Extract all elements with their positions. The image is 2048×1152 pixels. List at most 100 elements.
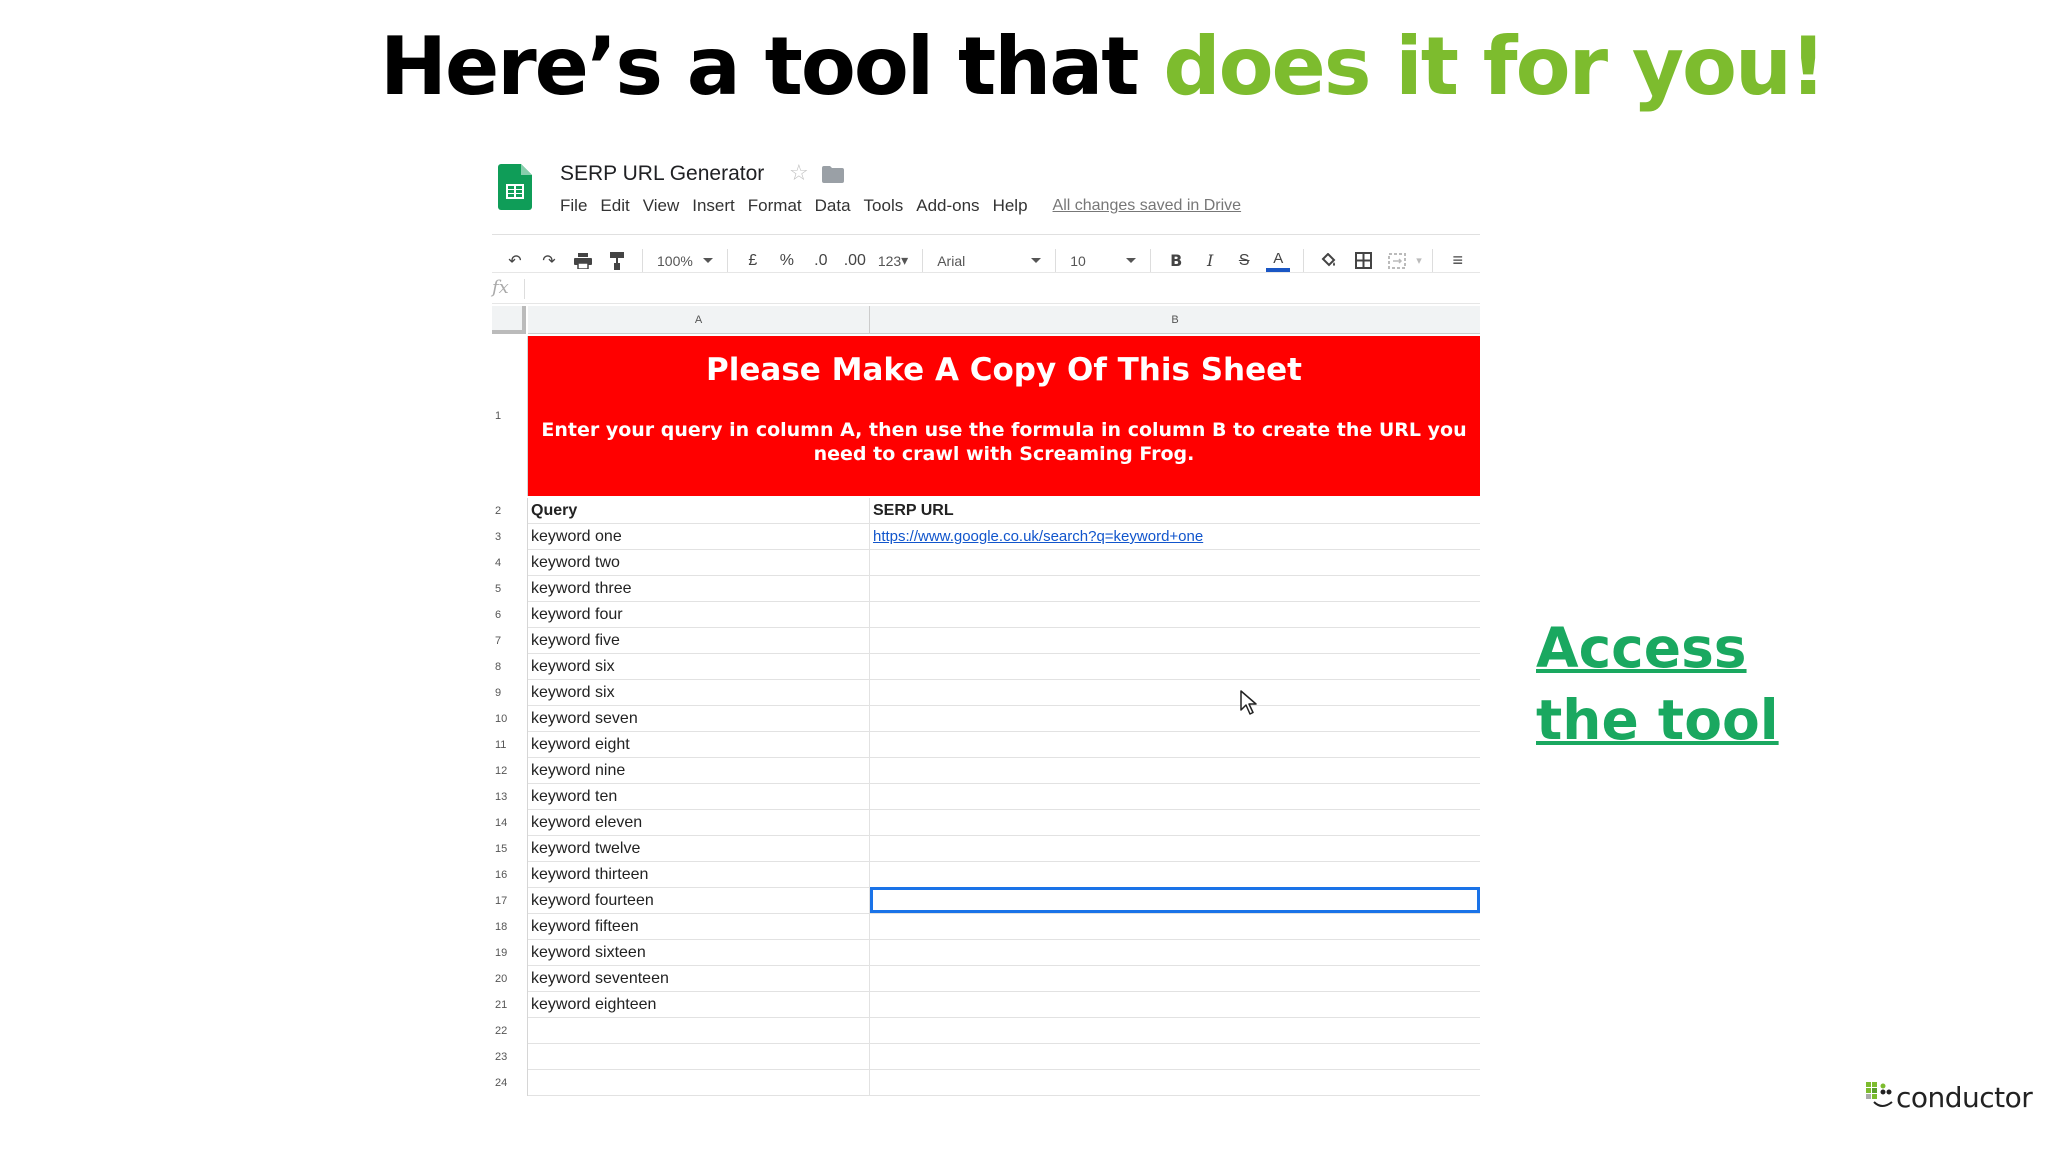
cell-serp-url[interactable] bbox=[870, 680, 1480, 706]
row-header-21[interactable]: 21 bbox=[492, 992, 528, 1018]
cell-serp-url[interactable] bbox=[870, 654, 1480, 680]
row-header-7[interactable]: 7 bbox=[492, 628, 528, 654]
row-header-20[interactable]: 20 bbox=[492, 966, 528, 992]
cell-serp-url[interactable]: https://www.google.co.uk/search?q=keywor… bbox=[870, 524, 1480, 550]
menu-insert[interactable]: Insert bbox=[692, 196, 735, 216]
more-formats-dropdown[interactable]: 123 ▾ bbox=[874, 246, 912, 276]
font-family-dropdown[interactable]: Arial bbox=[933, 246, 1045, 276]
menu-file[interactable]: File bbox=[560, 196, 587, 216]
access-the-tool-link[interactable]: Access the tool bbox=[1536, 612, 1779, 756]
cell-serp-url[interactable] bbox=[870, 602, 1480, 628]
strikethrough-icon[interactable]: S bbox=[1229, 246, 1259, 276]
cell-serp-url[interactable] bbox=[870, 784, 1480, 810]
horizontal-align-icon[interactable]: ≡ bbox=[1443, 246, 1473, 276]
cell-query[interactable]: keyword seven bbox=[528, 706, 870, 732]
folder-icon[interactable] bbox=[822, 166, 844, 183]
row-header-8[interactable]: 8 bbox=[492, 654, 528, 680]
cell-serp-url[interactable] bbox=[870, 550, 1480, 576]
cell-serp-url[interactable] bbox=[870, 1070, 1480, 1096]
saved-status-link[interactable]: All changes saved in Drive bbox=[1053, 197, 1242, 215]
percent-format-button[interactable]: % bbox=[772, 246, 802, 276]
cell-serp-url[interactable] bbox=[870, 576, 1480, 602]
star-icon[interactable]: ☆ bbox=[789, 160, 809, 186]
cell-serp-url[interactable] bbox=[870, 836, 1480, 862]
menu-help[interactable]: Help bbox=[993, 196, 1028, 216]
cell-query[interactable]: keyword eleven bbox=[528, 810, 870, 836]
cell-serp-url[interactable] bbox=[870, 758, 1480, 784]
cell-query[interactable]: keyword eighteen bbox=[528, 992, 870, 1018]
header-cell-query[interactable]: Query bbox=[528, 498, 870, 524]
row-header-16[interactable]: 16 bbox=[492, 862, 528, 888]
cell-query[interactable]: keyword ten bbox=[528, 784, 870, 810]
menu-tools[interactable]: Tools bbox=[864, 196, 904, 216]
cell-serp-url[interactable] bbox=[870, 1018, 1480, 1044]
row-header-9[interactable]: 9 bbox=[492, 680, 528, 706]
column-header-b[interactable]: B bbox=[870, 306, 1480, 334]
menu-view[interactable]: View bbox=[643, 196, 680, 216]
doc-title[interactable]: SERP URL Generator bbox=[560, 162, 764, 186]
serp-url-link[interactable]: https://www.google.co.uk/search?q=keywor… bbox=[873, 528, 1203, 545]
row-header-14[interactable]: 14 bbox=[492, 810, 528, 836]
decrease-decimal-button[interactable]: .0 bbox=[806, 246, 836, 276]
sheets-logo-icon[interactable] bbox=[498, 164, 532, 210]
cell-query[interactable]: keyword four bbox=[528, 602, 870, 628]
increase-decimal-button[interactable]: .00 bbox=[840, 246, 870, 276]
fill-color-icon[interactable] bbox=[1314, 246, 1344, 276]
cell-serp-url[interactable] bbox=[870, 914, 1480, 940]
merge-cells-icon[interactable] bbox=[1382, 246, 1412, 276]
row-header-10[interactable]: 10 bbox=[492, 706, 528, 732]
cell-serp-url[interactable] bbox=[870, 862, 1480, 888]
cell-query[interactable]: keyword seventeen bbox=[528, 966, 870, 992]
menu-edit[interactable]: Edit bbox=[600, 196, 629, 216]
merge-dropdown-icon[interactable]: ▾ bbox=[1416, 246, 1422, 276]
text-color-icon[interactable]: A bbox=[1263, 246, 1293, 276]
select-all-corner[interactable] bbox=[492, 306, 526, 334]
menu-add-ons[interactable]: Add-ons bbox=[916, 196, 979, 216]
header-cell-serp-url[interactable]: SERP URL bbox=[870, 498, 1480, 524]
cell-query[interactable]: keyword three bbox=[528, 576, 870, 602]
cell-query[interactable]: keyword thirteen bbox=[528, 862, 870, 888]
cell-serp-url[interactable] bbox=[870, 940, 1480, 966]
row-header-4[interactable]: 4 bbox=[492, 550, 528, 576]
row-header-24[interactable]: 24 bbox=[492, 1070, 528, 1096]
row-header-13[interactable]: 13 bbox=[492, 784, 528, 810]
cell-query[interactable]: keyword two bbox=[528, 550, 870, 576]
cell-query[interactable]: keyword six bbox=[528, 680, 870, 706]
menu-format[interactable]: Format bbox=[748, 196, 802, 216]
row-header-22[interactable]: 22 bbox=[492, 1018, 528, 1044]
row-header-15[interactable]: 15 bbox=[492, 836, 528, 862]
cell-query[interactable]: keyword five bbox=[528, 628, 870, 654]
row-header-23[interactable]: 23 bbox=[492, 1044, 528, 1070]
cell-serp-url[interactable] bbox=[870, 732, 1480, 758]
cell-serp-url[interactable] bbox=[870, 966, 1480, 992]
row-header-17[interactable]: 17 bbox=[492, 888, 528, 914]
cell-query[interactable]: keyword fourteen bbox=[528, 888, 870, 914]
cell-serp-url[interactable] bbox=[870, 810, 1480, 836]
column-header-a[interactable]: A bbox=[528, 306, 870, 334]
bold-icon[interactable]: B bbox=[1161, 246, 1191, 276]
paint-format-icon[interactable] bbox=[602, 246, 632, 276]
menu-data[interactable]: Data bbox=[815, 196, 851, 216]
row-header-3[interactable]: 3 bbox=[492, 524, 528, 550]
font-size-dropdown[interactable]: 10 bbox=[1066, 246, 1140, 276]
cell-query[interactable]: keyword six bbox=[528, 654, 870, 680]
print-icon[interactable] bbox=[568, 246, 598, 276]
currency-format-button[interactable]: £ bbox=[738, 246, 768, 276]
cell-query[interactable]: keyword sixteen bbox=[528, 940, 870, 966]
row-header-2[interactable]: 2 bbox=[492, 498, 528, 524]
cell-serp-url[interactable] bbox=[870, 1044, 1480, 1070]
cell-query[interactable] bbox=[528, 1044, 870, 1070]
row-header-19[interactable]: 19 bbox=[492, 940, 528, 966]
redo-icon[interactable]: ↷ bbox=[534, 246, 564, 276]
cell-query[interactable] bbox=[528, 1018, 870, 1044]
row-header-1[interactable]: 1 bbox=[492, 336, 528, 496]
cell-query[interactable]: keyword fifteen bbox=[528, 914, 870, 940]
cell-query[interactable]: keyword nine bbox=[528, 758, 870, 784]
undo-icon[interactable]: ↶ bbox=[500, 246, 530, 276]
row-header-12[interactable]: 12 bbox=[492, 758, 528, 784]
row-header-18[interactable]: 18 bbox=[492, 914, 528, 940]
cell-query[interactable]: keyword eight bbox=[528, 732, 870, 758]
zoom-dropdown[interactable]: 100% bbox=[653, 246, 717, 276]
cell-query[interactable]: keyword twelve bbox=[528, 836, 870, 862]
cell-serp-url[interactable] bbox=[870, 706, 1480, 732]
